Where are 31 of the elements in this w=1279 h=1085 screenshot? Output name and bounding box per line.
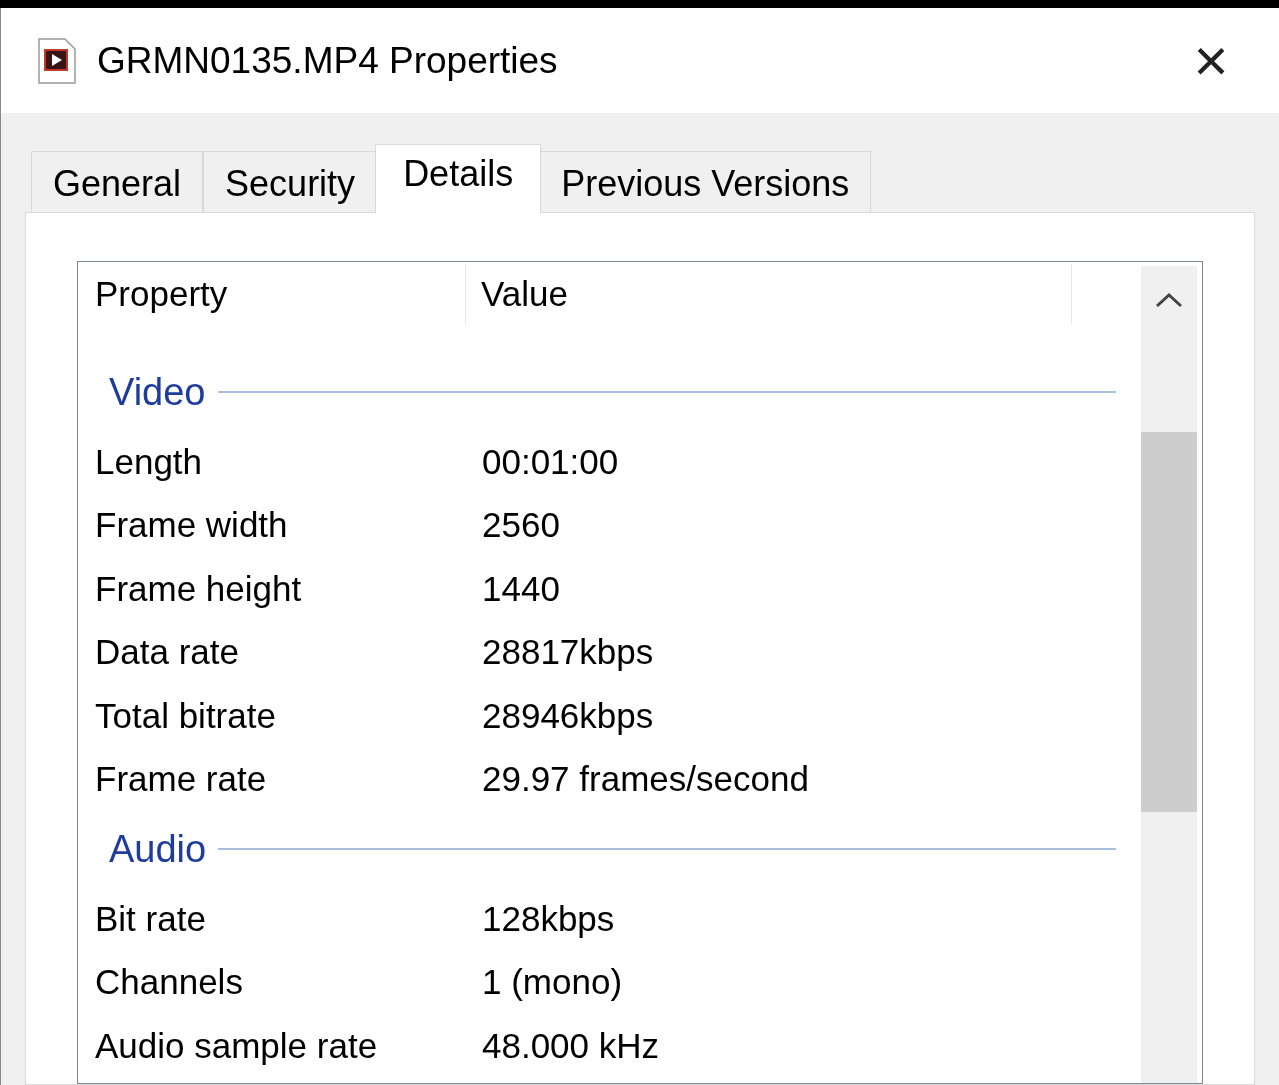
property-value: 00:01:00 [481,440,619,483]
tab[interactable]: Details [375,144,542,214]
property-value: 2560 [481,504,560,546]
property-name: Channels [94,961,244,1003]
column-header[interactable]: Value [466,264,1072,324]
tab[interactable]: Security [203,151,378,213]
scrollbar[interactable] [1141,266,1197,1083]
property-value: 1 (mono) [481,961,623,1003]
property-name: Frame height [94,567,303,610]
window-title: GRMN0135.MP4 Properties [97,38,558,83]
property-name: Bit rate [94,897,207,940]
tab[interactable]: General [31,151,204,213]
property-name: Total bitrate [94,694,277,737]
group-header: Video [109,369,206,415]
property-name: Frame width [94,504,289,546]
group-header: Audio [109,826,207,872]
tab[interactable]: Previous Versions [539,151,872,213]
property-value: 48.000 kHz [481,1024,660,1067]
scrollbar-thumb[interactable] [1141,432,1197,812]
property-name: Data rate [94,631,240,673]
property-name: Frame rate [94,758,268,800]
property-value: 28817kbps [481,631,654,673]
property-value: 128kbps [481,897,615,940]
video-file-icon [37,37,77,84]
property-name: Audio sample rate [94,1024,379,1067]
property-value: 28946kbps [481,694,654,737]
column-header[interactable]: Property [78,264,466,324]
property-name: Length [94,440,204,483]
property-value: 1440 [481,567,560,610]
close-button[interactable]: × [1181,30,1241,91]
property-value: 29.97 frames/second [481,758,809,800]
